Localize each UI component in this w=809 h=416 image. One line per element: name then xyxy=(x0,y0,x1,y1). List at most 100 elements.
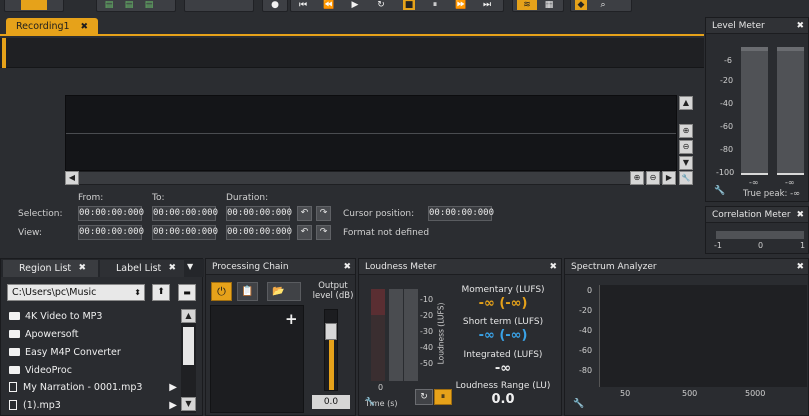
spectrogram-mode-icon[interactable]: ▦ xyxy=(543,0,555,10)
integrated-label: Integrated (LUFS) xyxy=(463,350,543,360)
effects-list[interactable]: + xyxy=(210,305,304,413)
paste-icon[interactable]: ▤ xyxy=(143,0,155,10)
tab-recording1[interactable]: Recording1 ✖ xyxy=(6,18,98,36)
arrow-right-icon: ▶ xyxy=(665,173,673,182)
selection-to-field[interactable]: 00:00:00:000 xyxy=(152,206,218,221)
record-icon[interactable]: ● xyxy=(269,0,281,10)
short-term-label: Short term (LUFS) xyxy=(462,317,544,327)
clipboard-button[interactable]: 📋 xyxy=(237,282,258,301)
close-icon[interactable]: ✖ xyxy=(796,18,804,34)
horizontal-scrollbar[interactable] xyxy=(65,171,677,185)
tab-label-list[interactable]: Label List ✖ xyxy=(100,260,184,277)
level-meter-wrench-button[interactable]: 🔧 xyxy=(714,186,725,196)
selection-duration-field[interactable]: 00:00:00:000 xyxy=(226,206,292,221)
spectrum-plot[interactable] xyxy=(599,285,807,387)
spectrum-analyzer-title-bar: Spectrum Analyzer ✖ xyxy=(565,259,808,275)
expand-arrow-icon[interactable]: ▶ xyxy=(169,380,177,396)
view-from-field[interactable]: 00:00:00:000 xyxy=(78,225,144,240)
scrollbar-thumb[interactable] xyxy=(183,327,194,365)
tab-menu-button[interactable]: ▼ xyxy=(187,262,193,271)
list-item[interactable]: Easy M4P Converter xyxy=(9,345,121,361)
skip-end-icon[interactable]: ⏭ xyxy=(481,0,493,10)
waveform-centerline xyxy=(66,133,676,134)
wrench-button[interactable]: 🔧 xyxy=(679,171,693,185)
spectrum-wrench-button[interactable]: 🔧 xyxy=(573,399,584,409)
view-duration-field[interactable]: 00:00:00:000 xyxy=(226,225,292,240)
output-level-slider-handle[interactable] xyxy=(325,323,337,340)
list-item[interactable]: Apowersoft xyxy=(9,327,79,343)
loop-icon[interactable]: ↻ xyxy=(375,0,387,10)
selection-redo-button[interactable]: ↷ xyxy=(316,206,331,221)
view-redo-button[interactable]: ↷ xyxy=(316,225,331,240)
folder-icon xyxy=(9,348,20,356)
close-icon[interactable]: ✖ xyxy=(796,207,804,223)
close-icon[interactable]: ✖ xyxy=(796,259,804,275)
tab-region-list[interactable]: Region List ✖ xyxy=(3,260,98,277)
list-item[interactable]: (1).mp3 ▶ xyxy=(9,398,177,414)
pause-icon[interactable]: ⏸ xyxy=(429,0,441,10)
toolbar-group-undo xyxy=(184,0,254,12)
stop-icon[interactable]: ■ xyxy=(403,0,415,10)
browse-folder-button[interactable]: ▬ xyxy=(178,284,196,301)
scroll-up-button[interactable]: ▲ xyxy=(181,309,196,323)
left-peak-value: -∞ xyxy=(749,178,759,187)
skip-start-icon[interactable]: ⏮ xyxy=(297,0,309,10)
waveform-view[interactable] xyxy=(65,95,677,171)
selection-from-field[interactable]: 00:00:00:000 xyxy=(78,206,144,221)
level-bar-left-base xyxy=(741,173,768,175)
output-level-value[interactable]: 0.0 xyxy=(312,395,350,409)
undo-icon: ↶ xyxy=(300,227,309,237)
scroll-down-button[interactable]: ▼ xyxy=(181,397,196,411)
correlation-scale-1: 1 xyxy=(800,241,806,250)
processing-chain-panel: Processing Chain ✖ ⏻ 📋 📂 + Output level … xyxy=(205,258,356,416)
output-level-slider-track[interactable] xyxy=(324,309,338,391)
loudness-history-top xyxy=(371,289,385,315)
scroll-down-button[interactable]: ▼ xyxy=(679,156,693,170)
path-selector[interactable]: C:\Users\pc\Music ⬍ xyxy=(7,284,145,301)
add-effect-button[interactable]: + xyxy=(285,310,298,328)
waveform-mode-icon[interactable]: ≋ xyxy=(517,0,537,10)
short-term-value: -∞ (-∞) xyxy=(478,328,528,343)
list-item[interactable]: 4K Video to MP3 xyxy=(9,309,102,325)
power-button[interactable]: ⏻ xyxy=(211,282,232,301)
play-icon[interactable]: ▶ xyxy=(349,0,361,10)
file-tree-scrollbar[interactable]: ▲ ▼ xyxy=(181,309,196,413)
rewind-icon[interactable]: ⏪ xyxy=(323,0,335,10)
close-icon[interactable]: ✖ xyxy=(80,18,88,36)
scroll-right-button[interactable]: ▶ xyxy=(662,171,676,185)
cursor-position-field[interactable]: 00:00:00:000 xyxy=(428,206,494,221)
selection-undo-button[interactable]: ↶ xyxy=(297,206,312,221)
search-icon[interactable]: ⌕ xyxy=(597,0,609,10)
list-item[interactable]: VideoProc xyxy=(9,363,72,379)
loudness-reset-button[interactable]: ↻ xyxy=(415,389,433,405)
close-icon[interactable]: ✖ xyxy=(78,260,86,277)
close-icon[interactable]: ✖ xyxy=(343,259,351,275)
view-to-field[interactable]: 00:00:00:000 xyxy=(152,225,218,240)
scroll-up-button[interactable]: ▲ xyxy=(679,96,693,110)
clipboard-icon: 📋 xyxy=(241,286,254,297)
close-icon[interactable]: ✖ xyxy=(549,259,557,275)
horizontal-zoom-out-button[interactable]: ⊖ xyxy=(646,171,660,185)
output-level-label: Output level (dB) xyxy=(312,281,354,301)
tool-icon[interactable]: ◆ xyxy=(575,0,587,10)
open-icon[interactable] xyxy=(21,0,47,10)
forward-icon[interactable]: ⏩ xyxy=(455,0,467,10)
zoom-out-icon: ⊖ xyxy=(649,173,657,182)
folder-up-button[interactable]: ⬆ xyxy=(152,284,170,301)
undo-icon: ↶ xyxy=(300,208,309,218)
copy-icon[interactable]: ▤ xyxy=(123,0,135,10)
view-undo-button[interactable]: ↶ xyxy=(297,225,312,240)
loudness-wrench-button[interactable]: 🔧 xyxy=(365,397,375,406)
vertical-zoom-in-button[interactable]: ⊕ xyxy=(679,124,693,138)
momentary-label: Momentary (LUFS) xyxy=(461,285,545,295)
close-icon[interactable]: ✖ xyxy=(168,260,176,277)
load-chain-button[interactable]: 📂 xyxy=(267,282,301,301)
toolbar-group-record: ● xyxy=(262,0,288,12)
expand-arrow-icon[interactable]: ▶ xyxy=(169,398,177,414)
overview-strip[interactable] xyxy=(0,38,704,68)
list-item[interactable]: My Narration - 0001.mp3 ▶ xyxy=(9,380,177,396)
vertical-zoom-out-button[interactable]: ⊖ xyxy=(679,140,693,154)
scroll-left-button[interactable]: ◀ xyxy=(65,171,79,185)
edit-icon[interactable]: ▤ xyxy=(103,0,115,10)
horizontal-zoom-in-button[interactable]: ⊕ xyxy=(630,171,644,185)
